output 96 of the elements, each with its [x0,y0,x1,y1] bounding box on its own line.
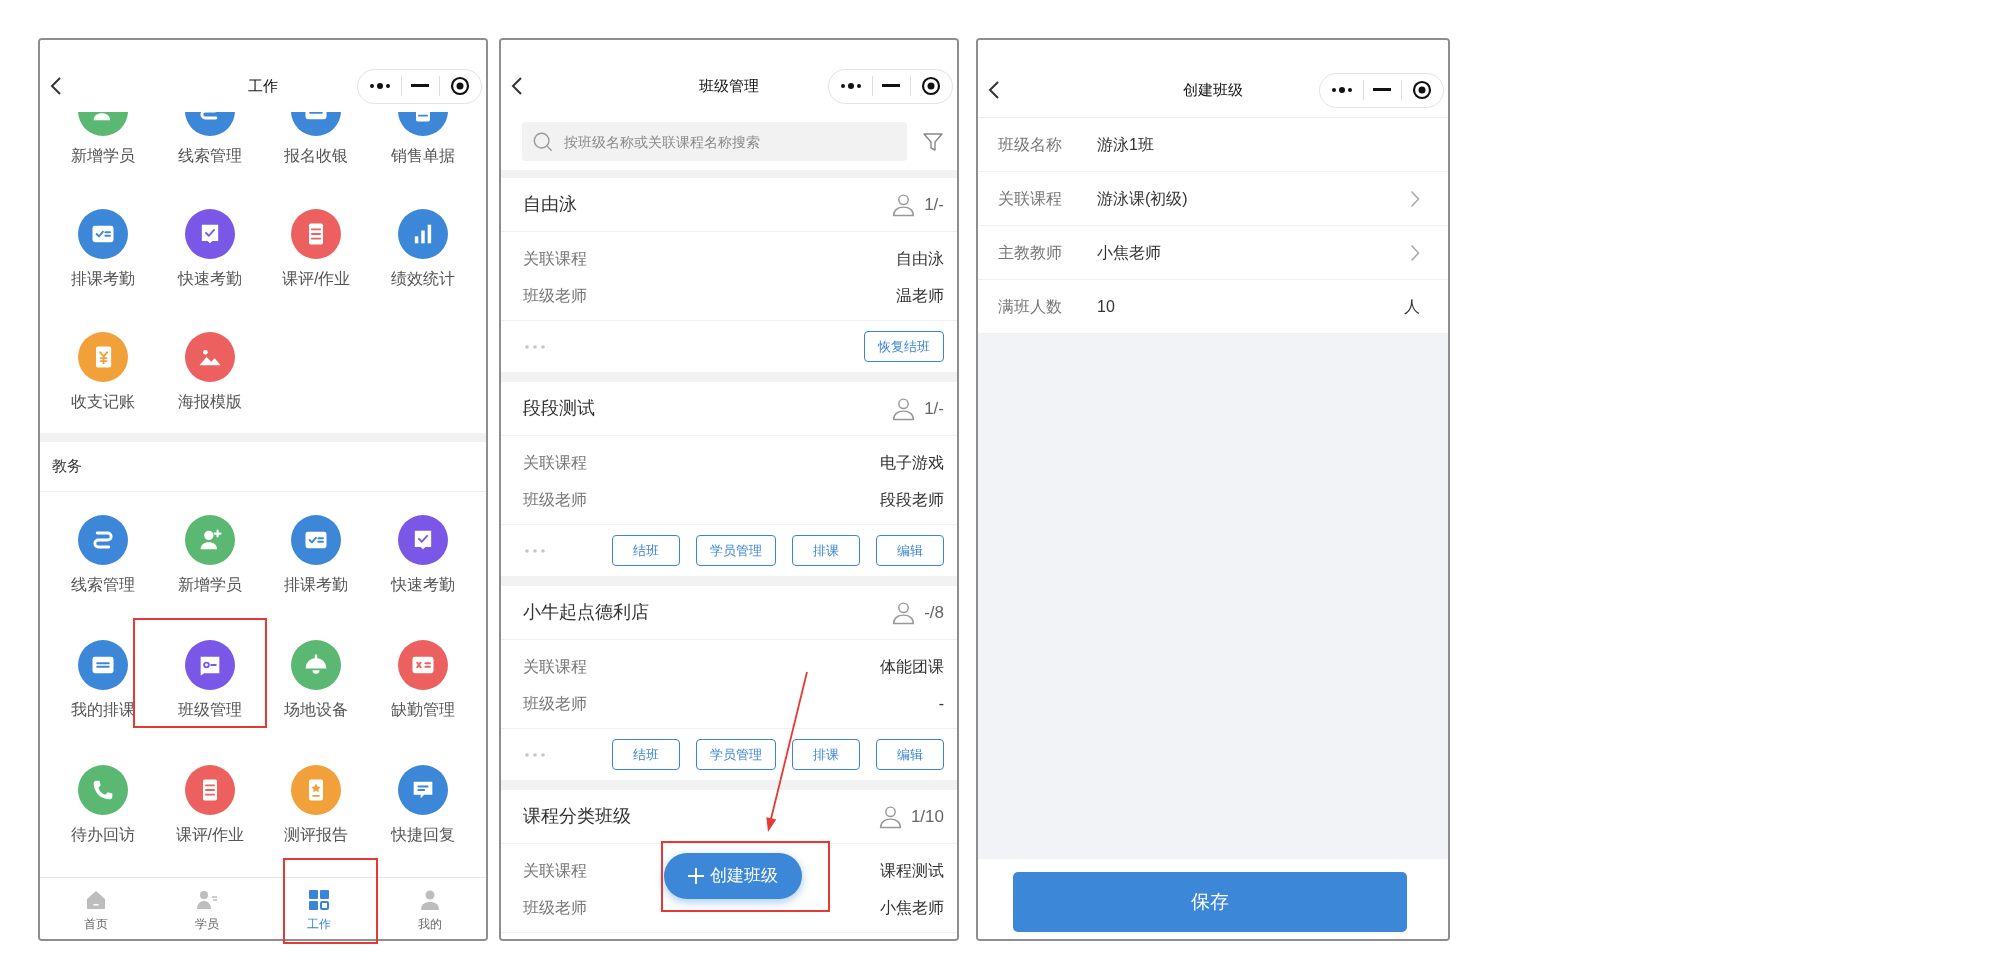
feature-label[interactable]: 新增学员 [71,145,136,167]
feature-label[interactable]: 线索管理 [71,574,136,596]
student-count: -/8 [924,601,944,624]
chevron-right-icon [1410,189,1420,208]
class-name[interactable]: 自由泳 [523,191,577,218]
record-icon[interactable] [1412,80,1433,100]
page-title: 工作 [248,75,278,96]
record-icon[interactable] [921,76,942,96]
teacher-value: 段段老师 [880,489,944,510]
field-label: 班级名称 [998,134,1063,155]
action-button[interactable]: 结班 [612,739,680,770]
course-value: 课程测试 [880,860,944,881]
more-icon[interactable] [839,82,862,90]
class-name[interactable]: 课程分类班级 [523,803,631,830]
section-title: 教务 [52,456,82,477]
feature-label[interactable]: 缺勤管理 [390,699,455,721]
input-field[interactable]: 10 [1097,294,1404,319]
field-label: 班级老师 [523,897,587,918]
page-title: 创建班级 [1183,79,1243,100]
feature-label[interactable]: 待办回访 [71,824,136,846]
feature-label[interactable]: 收支记账 [71,391,136,413]
save-button[interactable]: 保存 [1013,872,1407,932]
class-name[interactable]: 段段测试 [523,395,595,422]
tab-item[interactable]: 工作 [263,878,375,939]
teacher-value: 小焦老师 [880,897,944,918]
back-icon[interactable] [50,76,62,96]
tab-item[interactable]: 我的 [374,878,486,939]
action-button[interactable]: 编辑 [876,535,944,566]
feature-label[interactable]: 新增学员 [177,574,242,596]
action-button[interactable]: 学员管理 [696,535,776,566]
class-name[interactable]: 小牛起点德利店 [523,599,649,626]
feature-label[interactable]: 快速考勤 [390,574,455,596]
course-value: 自由泳 [896,248,944,269]
chevron-right-icon [1410,243,1420,262]
feature-label[interactable]: 快速考勤 [177,268,242,290]
feature-label[interactable]: 排课考勤 [71,268,136,290]
feature-label[interactable]: 测评报告 [284,824,349,846]
action-button[interactable]: 编辑 [876,739,944,770]
feature-label[interactable]: 课评/作业 [175,824,244,846]
action-button[interactable]: 恢复结班 [864,331,944,362]
field-label: 班级老师 [523,489,587,510]
field-label: 关联课程 [523,452,587,473]
person-outline-icon [891,192,917,217]
students-icon [195,888,220,912]
select-field[interactable]: 小焦老师 [1097,240,1410,265]
page-title: 班级管理 [699,75,759,96]
feature-label[interactable]: 销售单据 [390,145,455,167]
back-icon[interactable] [511,76,523,96]
feature-label[interactable]: 绩效统计 [390,268,455,290]
minimize-icon[interactable] [882,84,901,88]
create-class-button[interactable]: 创建班级 [664,853,802,899]
feature-label[interactable]: 排课考勤 [284,574,349,596]
minimize-icon[interactable] [411,84,430,88]
person-outline-icon [891,396,917,421]
person-outline-icon [877,804,903,829]
feature-label[interactable]: 报名收银 [284,145,349,167]
minimize-icon[interactable] [1373,88,1392,92]
field-label: 关联课程 [998,188,1063,209]
field-label: 满班人数 [998,296,1063,317]
field-label: 关联课程 [523,656,587,677]
course-value: 体能团课 [880,656,944,677]
teacher-value: 温老师 [896,285,944,306]
feature-label[interactable]: 场地设备 [284,699,349,721]
unit-label: 人 [1404,296,1420,317]
teacher-value: - [938,693,944,714]
field-label: 关联课程 [523,248,587,269]
back-icon[interactable] [988,80,1000,100]
person-outline-icon [891,600,917,625]
input-field[interactable]: 游泳1班 [1097,132,1420,157]
grid-icon [306,888,331,912]
action-button[interactable]: 结班 [612,535,680,566]
record-icon[interactable] [450,76,471,96]
action-button[interactable]: 学员管理 [696,739,776,770]
feature-label[interactable]: 快捷回复 [390,824,455,846]
field-label: 班级老师 [523,693,587,714]
field-label: 班级老师 [523,285,587,306]
student-count: 1/10 [910,805,944,828]
feature-label[interactable]: 我的排课 [71,699,136,721]
tab-item[interactable]: 首页 [40,878,152,939]
more-icon[interactable] [368,82,391,90]
field-label: 主教教师 [998,242,1063,263]
select-field[interactable]: 游泳课(初级) [1097,186,1410,211]
action-button[interactable]: 排课 [792,739,860,770]
feature-label[interactable]: 海报模版 [177,391,242,413]
course-value: 电子游戏 [880,452,944,473]
tab-item[interactable]: 学员 [151,878,263,939]
plus-icon [688,868,704,884]
student-count: 1/- [924,397,944,420]
more-icon[interactable] [1330,86,1353,94]
feature-label[interactable]: 线索管理 [177,145,242,167]
action-button[interactable]: 排课 [792,535,860,566]
student-count: 1/- [924,193,944,216]
feature-label[interactable]: 班级管理 [177,699,242,721]
feature-label[interactable]: 课评/作业 [282,268,351,290]
search-field[interactable]: 按班级名称或关联课程名称搜索 [522,122,907,161]
field-label: 关联课程 [523,860,587,881]
